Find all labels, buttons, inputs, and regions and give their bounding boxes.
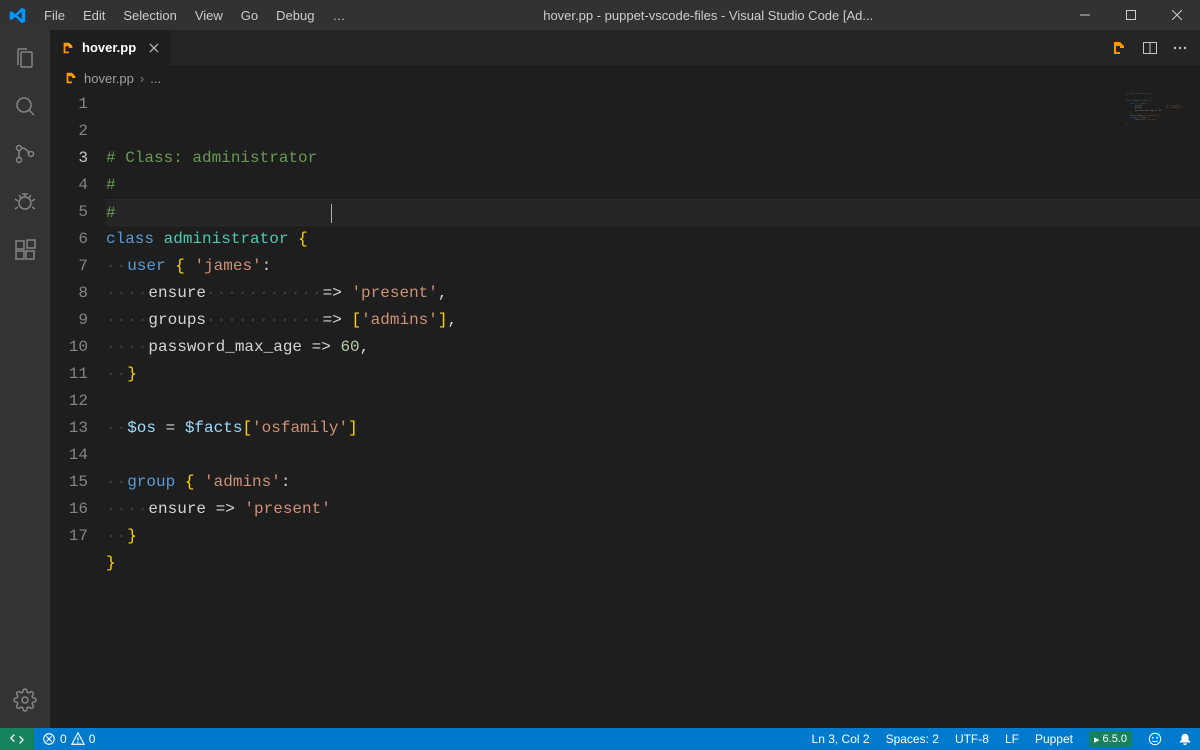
status-bar: 0 0 Ln 3, Col 2 Spaces: 2 UTF-8 LF Puppe… [0, 728, 1200, 750]
extensions-icon[interactable] [0, 226, 50, 274]
window-title: hover.pp - puppet-vscode-files - Visual … [354, 8, 1062, 23]
close-button[interactable] [1154, 0, 1200, 30]
more-actions-icon[interactable] [1172, 40, 1188, 56]
line-number: 13 [50, 415, 88, 442]
window-controls [1062, 0, 1200, 30]
menu-view[interactable]: View [186, 0, 232, 30]
line-number: 7 [50, 253, 88, 280]
line-number: 3 [50, 145, 88, 172]
code-line[interactable]: # Class: administrator [106, 145, 1200, 172]
encoding[interactable]: UTF-8 [947, 728, 997, 750]
source-control-icon[interactable] [0, 130, 50, 178]
line-number: 4 [50, 172, 88, 199]
puppet-extension-icon[interactable] [1112, 40, 1128, 56]
eol[interactable]: LF [997, 728, 1027, 750]
line-number: 2 [50, 118, 88, 145]
tab-hover-pp[interactable]: hover.pp [50, 30, 171, 65]
line-number: 12 [50, 388, 88, 415]
tab-close-icon[interactable] [148, 42, 160, 54]
menu-go[interactable]: Go [232, 0, 267, 30]
line-number: 14 [50, 442, 88, 469]
code-line[interactable]: # [106, 172, 1200, 199]
line-number: 9 [50, 307, 88, 334]
puppet-file-icon [60, 40, 76, 56]
menu-edit[interactable]: Edit [74, 0, 114, 30]
code-line[interactable]: ··group { 'admins': [106, 469, 1200, 496]
settings-gear-icon[interactable] [0, 676, 50, 724]
line-number: 15 [50, 469, 88, 496]
code-line[interactable] [106, 442, 1200, 469]
text-cursor [331, 204, 332, 223]
code-line[interactable]: ··} [106, 523, 1200, 550]
code-line[interactable]: ··$os = $facts['osfamily'] [106, 415, 1200, 442]
menu-bar: File Edit Selection View Go Debug … [35, 0, 354, 30]
code-line[interactable]: } [106, 550, 1200, 577]
breadcrumb-file[interactable]: hover.pp [84, 71, 134, 86]
search-icon[interactable] [0, 82, 50, 130]
code-area[interactable]: # Class: administrator##class administra… [106, 91, 1200, 728]
line-number: 16 [50, 496, 88, 523]
menu-debug[interactable]: Debug [267, 0, 323, 30]
menu-more[interactable]: … [323, 0, 354, 30]
breadcrumbs[interactable]: hover.pp › ... [50, 65, 1200, 91]
line-number: 17 [50, 523, 88, 550]
line-number: 8 [50, 280, 88, 307]
code-line[interactable]: ··} [106, 361, 1200, 388]
warning-count: 0 [89, 732, 96, 746]
code-line[interactable] [106, 577, 1200, 604]
vscode-logo-icon [0, 7, 35, 24]
tab-label: hover.pp [82, 40, 136, 55]
debug-icon[interactable] [0, 178, 50, 226]
feedback-icon[interactable] [1140, 728, 1170, 750]
line-number: 11 [50, 361, 88, 388]
line-number: 10 [50, 334, 88, 361]
chevron-right-icon: › [140, 71, 144, 86]
code-line[interactable] [106, 388, 1200, 415]
minimize-button[interactable] [1062, 0, 1108, 30]
activity-bar [0, 30, 50, 728]
puppet-file-icon [64, 71, 78, 85]
vertical-scrollbar[interactable] [1186, 91, 1200, 728]
line-number-gutter: 1234567891011121314151617 [50, 91, 106, 728]
problems-indicator[interactable]: 0 0 [34, 728, 103, 750]
split-editor-icon[interactable] [1142, 40, 1158, 56]
code-line[interactable]: ····password_max_age => 60, [106, 334, 1200, 361]
menu-selection[interactable]: Selection [114, 0, 185, 30]
language-mode[interactable]: Puppet [1027, 728, 1081, 750]
notifications-icon[interactable] [1170, 728, 1200, 750]
code-line[interactable]: class administrator { [106, 226, 1200, 253]
line-number: 6 [50, 226, 88, 253]
editor-region: hover.pp hover.p [50, 30, 1200, 728]
editor-tabs: hover.pp [50, 30, 1200, 65]
explorer-icon[interactable] [0, 34, 50, 82]
maximize-button[interactable] [1108, 0, 1154, 30]
minimap[interactable]: # Class: administrator##class administra… [1126, 93, 1186, 133]
error-count: 0 [60, 732, 67, 746]
code-line[interactable]: ····ensure···········=> 'present', [106, 280, 1200, 307]
editor-body[interactable]: 1234567891011121314151617 # Class: admin… [50, 91, 1200, 728]
breadcrumb-trail[interactable]: ... [150, 71, 161, 86]
main-area: hover.pp hover.p [0, 30, 1200, 728]
editor-actions [1100, 30, 1200, 65]
line-number: 5 [50, 199, 88, 226]
puppet-version[interactable]: ▸6.5.0 [1081, 728, 1140, 750]
indentation[interactable]: Spaces: 2 [878, 728, 947, 750]
cursor-position[interactable]: Ln 3, Col 2 [804, 728, 878, 750]
remote-indicator[interactable] [0, 728, 34, 750]
code-line[interactable]: ····groups···········=> ['admins'], [106, 307, 1200, 334]
titlebar: File Edit Selection View Go Debug … hove… [0, 0, 1200, 30]
menu-file[interactable]: File [35, 0, 74, 30]
code-line[interactable]: ··user { 'james': [106, 253, 1200, 280]
code-line[interactable]: # [106, 199, 1200, 226]
code-line[interactable]: ····ensure => 'present' [106, 496, 1200, 523]
line-number: 1 [50, 91, 88, 118]
